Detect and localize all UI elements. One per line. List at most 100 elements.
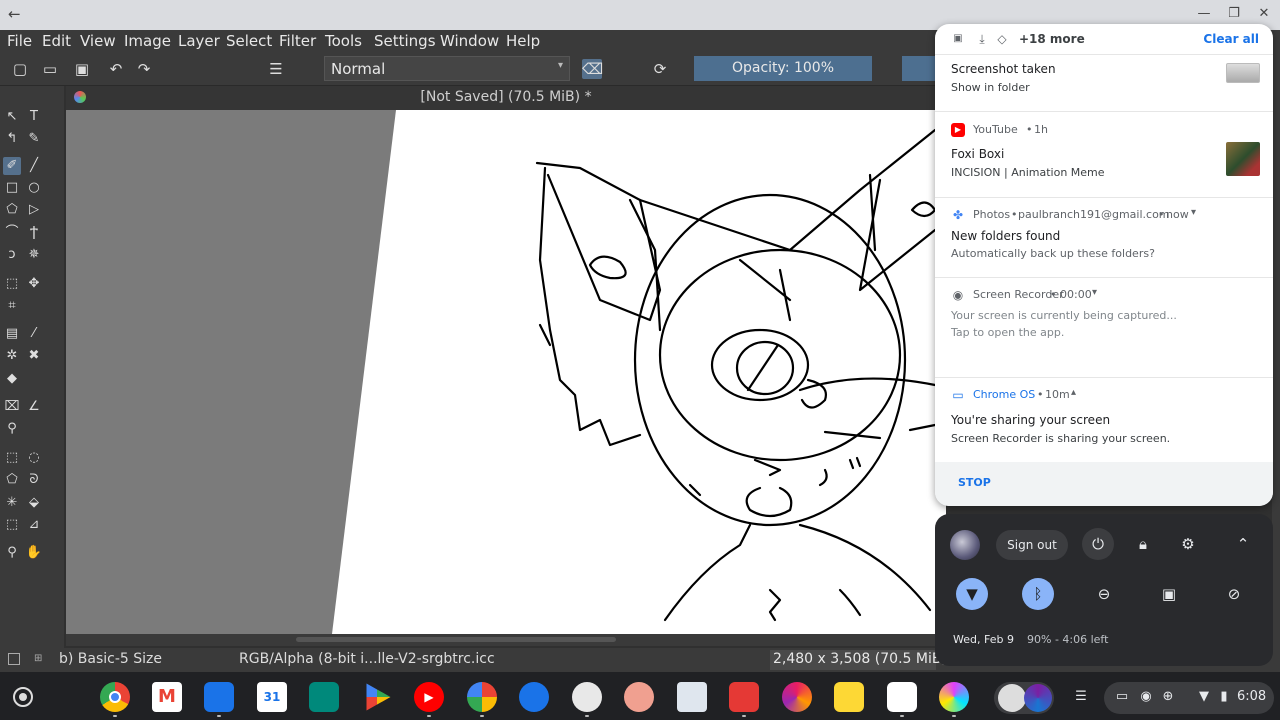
opacity-slider[interactable]: Opacity: 100% — [694, 56, 872, 81]
minimize-icon[interactable]: — — [1196, 6, 1212, 22]
redo-icon[interactable]: ↷ — [134, 59, 154, 79]
menu-filter[interactable]: Filter — [279, 32, 316, 50]
app-preview-icon[interactable] — [1024, 684, 1052, 712]
ellipse-select-icon[interactable]: ◌ — [25, 449, 43, 467]
krita-app-icon[interactable] — [939, 682, 969, 712]
freehand-path-icon[interactable]: Ϯ — [25, 224, 43, 242]
launcher-icon[interactable] — [13, 687, 33, 707]
polygon-select-icon[interactable]: ⬠ — [3, 471, 21, 489]
line-tool-icon[interactable]: ╱ — [25, 157, 43, 175]
canvas-area[interactable] — [66, 110, 946, 634]
drawing-canvas[interactable] — [66, 110, 946, 634]
roblox-icon[interactable] — [677, 682, 707, 712]
menu-window[interactable]: Window — [440, 32, 499, 50]
move-tool-icon[interactable]: ✥ — [25, 275, 43, 293]
fill-bucket-icon[interactable]: ◆ — [3, 370, 21, 388]
brush-preset-toggle-icon[interactable]: ⊞ — [34, 653, 46, 665]
creative-cloud-icon[interactable] — [782, 682, 812, 712]
menu-tools[interactable]: Tools — [325, 32, 362, 50]
save-icon[interactable]: ▣ — [72, 59, 92, 79]
polygon-tool-icon[interactable]: ⬠ — [3, 201, 21, 219]
rectangle-tool-icon[interactable]: □ — [3, 179, 21, 197]
text-tool-icon[interactable]: T — [25, 108, 43, 126]
menu-image[interactable]: Image — [124, 32, 171, 50]
notification-chrome-os[interactable]: ▭ Chrome OS • 10m ▴ You're sharing your … — [935, 378, 1273, 506]
bluetooth-icon[interactable]: ᛒ — [1022, 578, 1054, 610]
reload-icon[interactable]: ⟳ — [650, 59, 670, 79]
freehand-select-icon[interactable]: ᘐ — [25, 471, 43, 489]
app-icon-yellow[interactable] — [834, 682, 864, 712]
stop-button[interactable]: STOP — [958, 476, 991, 489]
notification-screenshot[interactable]: Screenshot taken Show in folder — [935, 55, 1273, 112]
color-picker-icon[interactable]: ⁄ — [25, 325, 43, 343]
menu-file[interactable]: File — [7, 32, 32, 50]
rect-select-icon[interactable]: ⬚ — [3, 449, 21, 467]
menu-view[interactable]: View — [80, 32, 116, 50]
dynamic-brush-icon[interactable]: ↄ — [3, 246, 21, 264]
gmail-icon[interactable]: M — [152, 682, 182, 712]
more-notifications[interactable]: +18 more — [1019, 32, 1085, 46]
fill-enclosed-icon[interactable]: ✖ — [25, 347, 43, 365]
notification-photos[interactable]: ✤ Photos • paulbranch191@gmail.com • now… — [935, 198, 1273, 278]
zoom-tool-icon[interactable]: ⚲ — [3, 544, 21, 562]
multibrush-icon[interactable]: ✵ — [25, 246, 43, 264]
blend-mode-select[interactable]: Normal ▾ — [324, 56, 570, 81]
open-folder-icon[interactable]: ▭ — [40, 59, 60, 79]
photos-app-icon[interactable] — [467, 682, 497, 712]
messages-icon[interactable] — [519, 682, 549, 712]
calendar-icon[interactable]: 31 — [257, 682, 287, 712]
wifi-icon[interactable]: ▼ — [956, 578, 988, 610]
bezier-select-icon[interactable]: ⬚ — [3, 516, 21, 534]
power-icon[interactable]: ⏻ — [1082, 528, 1114, 560]
notification-subtitle[interactable]: Show in folder — [951, 81, 1030, 94]
maximize-icon[interactable]: ❐ — [1226, 6, 1242, 22]
gradient-tool-icon[interactable]: ▤ — [3, 325, 21, 343]
screen-recorder-app-icon[interactable] — [572, 682, 602, 712]
files-icon[interactable] — [204, 682, 234, 712]
brush-settings-icon[interactable]: ☰ — [266, 59, 286, 79]
avatar[interactable] — [950, 530, 980, 560]
crop-tool-icon[interactable]: ⌗ — [3, 297, 21, 315]
lock-icon[interactable]: 🔒︎ — [1127, 528, 1159, 560]
screenshot-preview-icon[interactable] — [998, 684, 1026, 712]
bezier-tool-icon[interactable]: ⌒ — [3, 224, 21, 242]
privacy-icon[interactable]: ⊘ — [1218, 578, 1250, 610]
chevron-up-icon[interactable]: ▴ — [1071, 387, 1076, 398]
selection-display-icon[interactable] — [8, 653, 20, 665]
ellipse-tool-icon[interactable]: ○ — [25, 179, 43, 197]
clipboard-icon[interactable]: ☰ — [1072, 688, 1090, 706]
reference-tool-icon[interactable]: ⚲ — [3, 420, 21, 438]
gear-icon[interactable]: ⚙ — [1172, 528, 1204, 560]
menu-help[interactable]: Help — [506, 32, 540, 50]
assistant-tool-icon[interactable]: ⌧ — [3, 398, 21, 416]
eraser-icon[interactable]: ⌫ — [582, 59, 603, 79]
select-shapes-icon[interactable]: ↖ — [3, 108, 21, 126]
menu-layer[interactable]: Layer — [178, 32, 220, 50]
screen-capture-icon[interactable]: ▣ — [1153, 578, 1185, 610]
undo-icon[interactable]: ↶ — [106, 59, 126, 79]
measure-tool-icon[interactable]: ∠ — [25, 398, 43, 416]
calligraphy-icon[interactable]: ✎ — [25, 130, 43, 148]
sign-out-button[interactable]: Sign out — [996, 530, 1068, 560]
menu-settings[interactable]: Settings — [374, 32, 436, 50]
chevron-down-icon[interactable]: ▾ — [1191, 207, 1196, 218]
chevron-down-icon[interactable]: ▾ — [1092, 287, 1097, 298]
battery-label[interactable]: 90% - 4:06 left — [1027, 633, 1108, 646]
meet-icon[interactable] — [309, 682, 339, 712]
chrome-icon[interactable] — [100, 682, 130, 712]
menu-edit[interactable]: Edit — [42, 32, 71, 50]
horizontal-scrollbar[interactable] — [66, 634, 946, 646]
edit-shapes-icon[interactable]: ↰ — [3, 130, 21, 148]
clear-all-button[interactable]: Clear all — [1203, 32, 1259, 46]
scrollbar-thumb[interactable] — [296, 637, 616, 642]
notification-youtube[interactable]: ▶ YouTube • 1h Foxi Boxi INCISION | Anim… — [935, 112, 1273, 198]
similar-select-icon[interactable]: ⬙ — [25, 494, 43, 512]
menu-select[interactable]: Select — [226, 32, 272, 50]
chevron-up-icon[interactable]: ⌃ — [1227, 528, 1259, 560]
app-icon-lips[interactable] — [624, 682, 654, 712]
contiguous-select-icon[interactable]: ✳ — [3, 494, 21, 512]
document-tab[interactable]: [Not Saved] (70.5 MiB) * — [66, 86, 946, 110]
notification-screen-recorder[interactable]: ◉ Screen Recorder • 00:00 ▾ Your screen … — [935, 278, 1273, 378]
transform-tool-icon[interactable]: ⬚ — [3, 275, 21, 293]
magnetic-select-icon[interactable]: ⊿ — [25, 516, 43, 534]
